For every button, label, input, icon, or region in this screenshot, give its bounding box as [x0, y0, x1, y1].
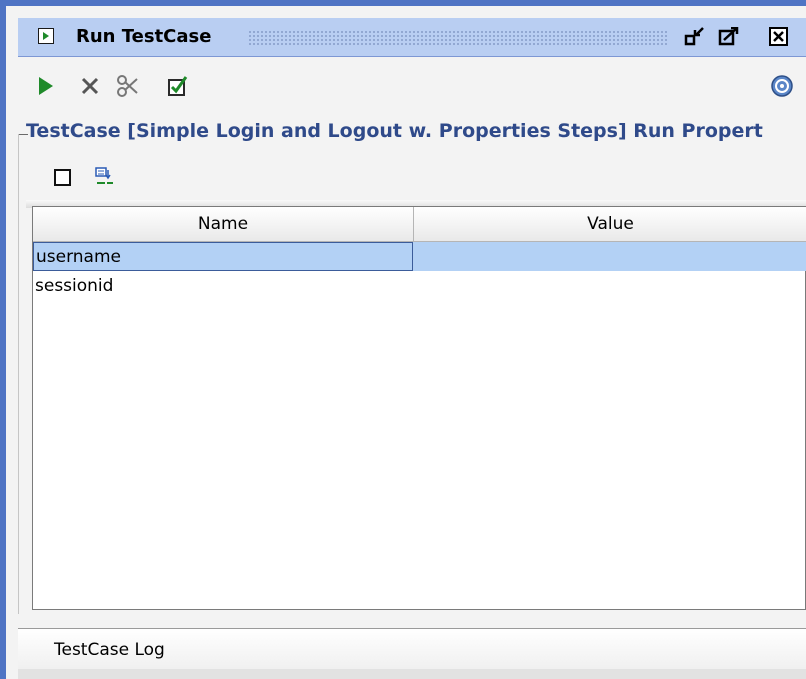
options-button[interactable] [116, 74, 140, 98]
close-icon[interactable] [768, 27, 790, 47]
property-name-cell[interactable]: sessionid [33, 272, 413, 301]
properties-group-title: TestCase [Simple Login and Logout w. Pro… [26, 120, 763, 142]
main-toolbar [18, 62, 806, 108]
help-icon [771, 75, 793, 97]
property-value-cell[interactable] [414, 272, 806, 301]
play-icon [39, 77, 53, 95]
window-border-left [0, 0, 6, 679]
load-button[interactable] [94, 166, 116, 188]
group-border-left [18, 134, 19, 614]
window-border-top [0, 0, 806, 6]
maximize-icon[interactable] [718, 27, 740, 47]
column-header-value[interactable]: Value [414, 207, 806, 241]
run-panel-icon [38, 28, 54, 44]
title-bar[interactable]: Run TestCase [18, 18, 806, 57]
load-properties-icon [95, 167, 113, 184]
bottom-edge [18, 669, 806, 679]
validate-button[interactable] [166, 74, 190, 98]
testcase-log-label: TestCase Log [54, 640, 165, 660]
property-name-cell[interactable]: username [33, 242, 413, 271]
table-header: Name Value [33, 207, 806, 242]
clear-button[interactable] [52, 166, 74, 188]
column-header-name[interactable]: Name [33, 207, 413, 241]
properties-table[interactable]: Name Value username sessionid [32, 206, 806, 610]
checkbox-icon [168, 76, 188, 96]
square-icon [54, 169, 71, 186]
table-row[interactable]: sessionid [33, 272, 806, 301]
run-testcase-panel: Run TestCase TestCase [Simple Login and … [0, 0, 806, 679]
panel-title: Run TestCase [76, 26, 212, 47]
scissors-icon [117, 75, 138, 97]
help-button[interactable] [770, 74, 794, 98]
run-button[interactable] [34, 74, 58, 98]
x-icon [81, 77, 99, 95]
property-value-cell[interactable] [414, 242, 806, 271]
minimize-icon[interactable] [684, 27, 706, 47]
title-bar-grip [248, 30, 668, 46]
table-row[interactable]: username [33, 242, 806, 271]
cancel-button[interactable] [78, 74, 102, 98]
